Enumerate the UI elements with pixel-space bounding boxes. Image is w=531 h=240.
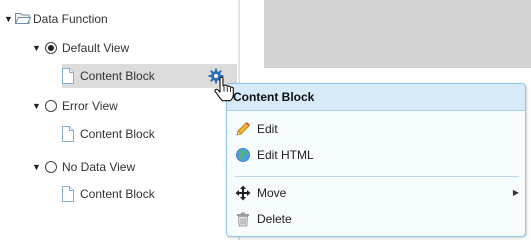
tree-view-label: No Data View <box>62 160 136 174</box>
radio-selected-icon[interactable] <box>45 42 57 54</box>
tree-view-no-data-row[interactable]: ▼ No Data View <box>0 155 236 179</box>
expand-toggle-icon[interactable]: ▼ <box>32 155 41 179</box>
menu-item-label: Move <box>257 186 287 200</box>
move-arrows-icon <box>235 185 251 201</box>
document-icon <box>62 186 74 202</box>
pencil-icon <box>236 122 250 136</box>
tree-item-label: Content Block <box>80 127 155 141</box>
menu-item-move[interactable]: Move ▶ <box>235 182 519 204</box>
tree-view-error-row[interactable]: ▼ Error View <box>0 94 236 118</box>
menu-item-label: Edit <box>257 122 278 136</box>
menu-separator <box>235 176 519 177</box>
expand-toggle-icon[interactable]: ▼ <box>4 7 13 31</box>
menu-item-delete[interactable]: Delete <box>235 208 519 230</box>
menu-item-edit[interactable]: Edit <box>235 118 519 140</box>
tree-item-label: Content Block <box>80 187 155 201</box>
expand-toggle-icon[interactable]: ▼ <box>32 36 41 60</box>
tree-view-label: Default View <box>62 41 130 55</box>
document-icon <box>62 126 74 142</box>
folder-open-icon <box>15 13 31 24</box>
tree-item-content-block[interactable]: Content Block <box>62 182 237 206</box>
context-menu-header: Content Block <box>227 84 525 111</box>
globe-icon <box>236 148 250 162</box>
context-menu: Content Block Edit Edit HTML Move ▶ Dele… <box>226 83 526 237</box>
preview-area <box>264 0 531 68</box>
context-menu-title: Content Block <box>233 90 315 104</box>
menu-item-label: Delete <box>257 212 292 226</box>
radio-unselected-icon[interactable] <box>45 100 57 112</box>
expand-toggle-icon[interactable]: ▼ <box>32 94 41 118</box>
document-icon <box>62 68 74 84</box>
trash-icon <box>237 212 249 227</box>
tree-root-label: Data Function <box>33 12 108 26</box>
tree-item-content-block[interactable]: Content Block <box>62 122 237 146</box>
tree-item-label: Content Block <box>80 69 155 83</box>
menu-item-edit-html[interactable]: Edit HTML <box>235 144 519 166</box>
submenu-arrow-icon: ▶ <box>512 188 519 197</box>
tree-panel: ▼ Data Function ▼ Default View Content B… <box>0 0 238 240</box>
tree-view-label: Error View <box>62 99 118 113</box>
radio-unselected-icon[interactable] <box>45 161 57 173</box>
tree-view-default-row[interactable]: ▼ Default View <box>0 36 236 60</box>
tree-root-row[interactable]: ▼ Data Function <box>0 7 236 31</box>
hand-cursor-icon <box>214 76 234 102</box>
menu-item-label: Edit HTML <box>257 148 314 162</box>
